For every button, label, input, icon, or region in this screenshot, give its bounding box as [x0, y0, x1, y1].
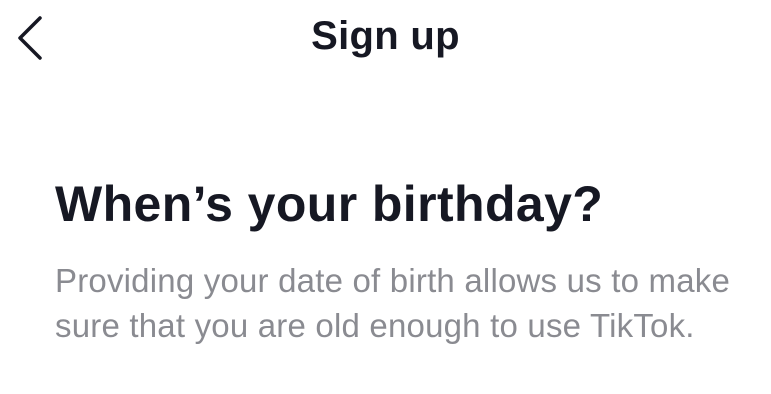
birthday-intro-section: When’s your birthday? Providing your dat… [55, 172, 771, 348]
description-text: Providing your date of birth allows us t… [55, 262, 731, 344]
page-heading: When’s your birthday? [55, 176, 604, 232]
top-navigation-bar: Sign up [0, 0, 771, 76]
header-title: Sign up [311, 14, 460, 58]
